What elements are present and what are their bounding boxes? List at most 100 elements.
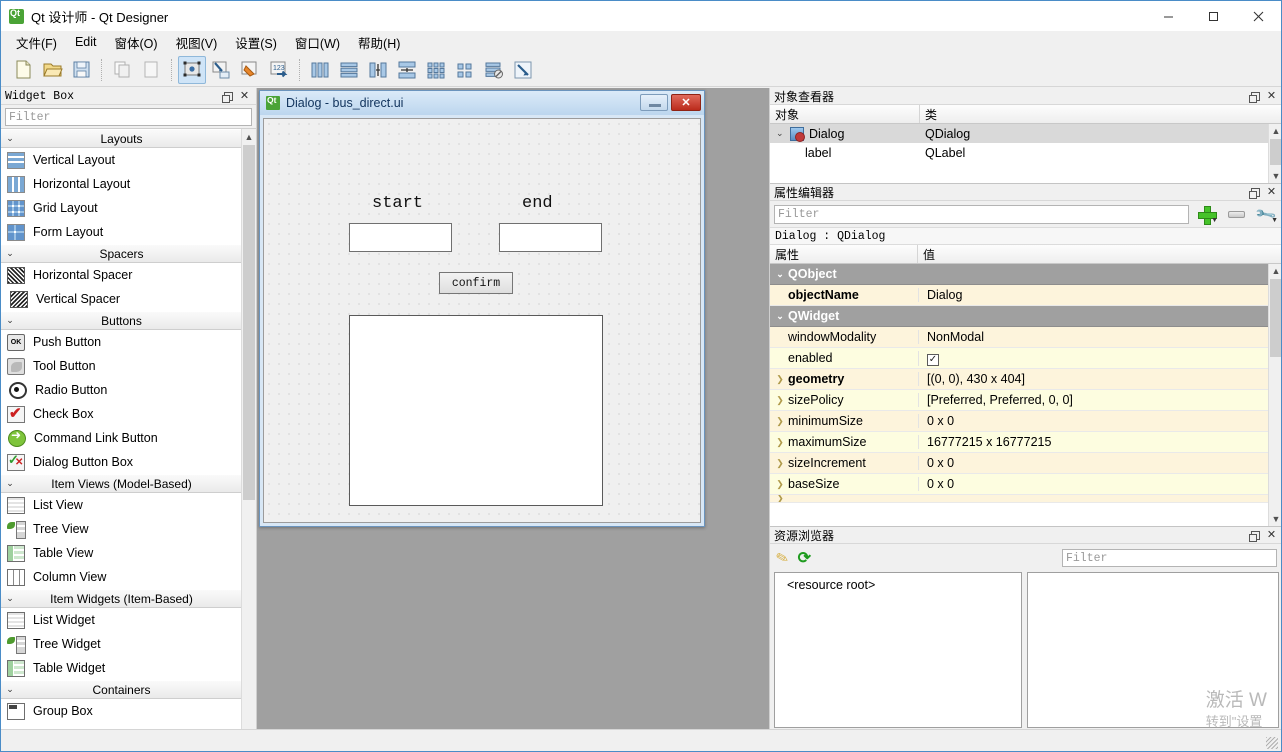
widget-item-tree-widget[interactable]: Tree Widget (1, 632, 242, 656)
property-filter-input[interactable]: Filter (774, 204, 1189, 224)
form-close-button[interactable]: ✕ (671, 94, 701, 111)
widget-item-check-box[interactable]: Check Box (1, 402, 242, 426)
menu-file[interactable]: 文件(F) (7, 31, 66, 54)
property-row-minimumsize[interactable]: ❯ minimumSize 0 x 0 (770, 411, 1269, 432)
save-form-icon[interactable] (67, 56, 95, 84)
reload-icon[interactable]: ⟳ (798, 548, 811, 568)
widget-item-list-view[interactable]: List View (1, 493, 242, 517)
widget-group-item-views[interactable]: ⌄ Item Views (Model-Based) (1, 474, 242, 493)
scroll-down-icon[interactable]: ▼ (1269, 169, 1281, 183)
property-row-objectname[interactable]: objectName Dialog (770, 285, 1269, 306)
break-layout-icon[interactable] (480, 56, 508, 84)
column-header-value[interactable]: 值 (918, 245, 1281, 263)
object-inspector-scrollbar[interactable]: ▲ ▼ (1268, 124, 1281, 183)
property-value[interactable]: 16777215 x 16777215 (918, 435, 1269, 449)
resource-tree[interactable]: <resource root> (774, 572, 1022, 728)
form-confirm-button[interactable]: confirm (439, 272, 513, 294)
menu-help[interactable]: 帮助(H) (349, 31, 409, 54)
widget-item-grid-layout[interactable]: Grid Layout (1, 196, 242, 220)
property-row-sizeincrement[interactable]: ❯ sizeIncrement 0 x 0 (770, 453, 1269, 474)
property-group-qwidget[interactable]: ⌄ QWidget (770, 306, 1269, 327)
chevron-right-icon[interactable]: ❯ (772, 395, 788, 406)
resource-filter-input[interactable]: Filter (1062, 549, 1277, 567)
adjust-size-icon[interactable] (509, 56, 537, 84)
column-header-object[interactable]: 对象 (770, 105, 920, 123)
property-value[interactable]: 0 x 0 (918, 456, 1269, 470)
widget-item-horizontal-layout[interactable]: Horizontal Layout (1, 172, 242, 196)
minimize-button[interactable] (1146, 1, 1191, 31)
property-row-enabled[interactable]: enabled ✓ (770, 348, 1269, 369)
menu-settings[interactable]: 设置(S) (226, 31, 286, 54)
scrollbar-thumb[interactable] (243, 145, 255, 500)
form-label-start[interactable]: start (372, 194, 423, 213)
widget-item-tool-button[interactable]: Tool Button (1, 354, 242, 378)
remove-property-button[interactable] (1223, 203, 1249, 225)
maximize-button[interactable] (1191, 1, 1236, 31)
pencil-edit-icon[interactable]: ✎ (774, 548, 791, 569)
scroll-up-icon[interactable]: ▲ (1269, 124, 1281, 138)
form-lineedit-start[interactable] (349, 223, 452, 252)
scrollbar-thumb[interactable] (1270, 139, 1281, 165)
widget-item-column-view[interactable]: Column View (1, 565, 242, 589)
property-row-geometry[interactable]: ❯ geometry [(0, 0), 430 x 404] (770, 369, 1269, 390)
widget-item-horizontal-spacer[interactable]: Horizontal Spacer (1, 263, 242, 287)
widget-item-radio-button[interactable]: Radio Button (1, 378, 242, 402)
object-inspector-row-label[interactable]: label QLabel (770, 143, 1281, 162)
layout-vertically-icon[interactable] (335, 56, 363, 84)
scroll-down-icon[interactable]: ▼ (1269, 512, 1281, 526)
property-value[interactable]: 0 x 0 (918, 414, 1269, 428)
layout-in-form-icon[interactable] (451, 56, 479, 84)
form-minimize-button[interactable] (640, 94, 668, 111)
form-label-end[interactable]: end (522, 194, 553, 213)
edit-widgets-icon[interactable] (178, 55, 206, 84)
column-header-class[interactable]: 类 (920, 105, 1281, 123)
open-form-icon[interactable] (38, 56, 66, 84)
property-value[interactable]: [Preferred, Preferred, 0, 0] (918, 393, 1269, 407)
edit-signals-slots-icon[interactable] (207, 56, 235, 84)
property-row-partial[interactable]: ❯ (770, 495, 1269, 503)
widget-group-spacers[interactable]: ⌄ Spacers (1, 244, 242, 263)
close-icon[interactable]: ✕ (239, 90, 250, 102)
menu-view[interactable]: 视图(V) (167, 31, 227, 54)
property-value[interactable]: NonModal (918, 330, 1269, 344)
widget-item-dialog-button-box[interactable]: Dialog Button Box (1, 450, 242, 474)
scroll-up-icon[interactable]: ▲ (242, 129, 256, 144)
chevron-right-icon[interactable]: ❯ (772, 458, 788, 469)
chevron-right-icon[interactable]: ❯ (772, 416, 788, 427)
widget-item-command-link-button[interactable]: Command Link Button (1, 426, 242, 450)
property-row-basesize[interactable]: ❯ baseSize 0 x 0 (770, 474, 1269, 495)
widget-group-containers[interactable]: ⌄ Containers (1, 680, 242, 699)
layout-horizontally-icon[interactable] (306, 56, 334, 84)
widget-group-buttons[interactable]: ⌄ Buttons (1, 311, 242, 330)
close-button[interactable] (1236, 1, 1281, 31)
layout-in-splitter-horizontal-icon[interactable] (364, 56, 392, 84)
float-icon[interactable] (1249, 91, 1261, 103)
chevron-down-icon[interactable]: ⌄ (776, 128, 790, 139)
property-group-qobject[interactable]: ⌄ QObject (770, 264, 1269, 285)
widget-item-push-button[interactable]: Push Button (1, 330, 242, 354)
resource-preview[interactable] (1027, 572, 1279, 728)
widget-item-form-layout[interactable]: Form Layout (1, 220, 242, 244)
new-form-icon[interactable] (9, 56, 37, 84)
add-property-button[interactable]: ▼ (1193, 203, 1219, 225)
float-icon[interactable] (1249, 530, 1261, 542)
widget-item-tree-view[interactable]: Tree View (1, 517, 242, 541)
menu-window[interactable]: 窗口(W) (286, 31, 349, 54)
property-editor-scrollbar[interactable]: ▲ ▼ (1268, 264, 1281, 526)
edit-buddies-icon[interactable] (236, 56, 264, 84)
scrollbar-thumb[interactable] (1270, 279, 1281, 357)
property-row-windowmodality[interactable]: windowModality NonModal (770, 327, 1269, 348)
float-icon[interactable] (1249, 187, 1261, 199)
form-canvas[interactable]: start end confirm (263, 118, 701, 523)
widget-box-filter-input[interactable]: Filter (5, 108, 252, 126)
property-value[interactable]: 0 x 0 (918, 477, 1269, 491)
float-icon[interactable] (222, 91, 234, 103)
scroll-up-icon[interactable]: ▲ (1269, 264, 1281, 278)
widget-item-list-widget[interactable]: List Widget (1, 608, 242, 632)
menu-form[interactable]: 窗体(O) (106, 31, 167, 54)
close-icon[interactable]: ✕ (1266, 186, 1277, 198)
widget-item-vertical-layout[interactable]: Vertical Layout (1, 148, 242, 172)
close-icon[interactable]: ✕ (1266, 529, 1277, 541)
widget-group-layouts[interactable]: ⌄ Layouts (1, 129, 242, 148)
widget-box-scrollbar[interactable]: ▲ ▼ (241, 129, 256, 751)
